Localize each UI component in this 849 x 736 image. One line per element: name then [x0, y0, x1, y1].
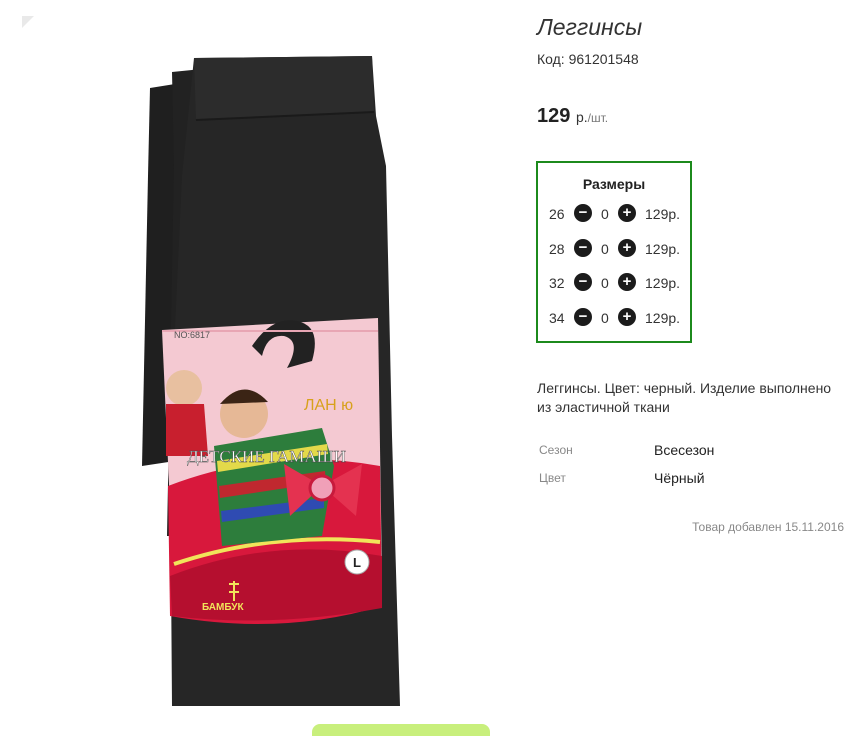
size-label: 32 — [549, 275, 565, 291]
plus-circle-icon[interactable]: + — [618, 239, 636, 257]
size-label: 28 — [549, 241, 565, 257]
attribute-value-season: Всесезон — [654, 442, 715, 458]
size-row: 32 − 0 + 129р. — [538, 273, 690, 293]
size-row: 28 − 0 + 129р. — [538, 239, 690, 259]
size-price: 129р. — [645, 241, 681, 257]
size-badge-text: L — [353, 555, 361, 570]
plus-circle-icon[interactable]: + — [618, 308, 636, 326]
price-currency: р. — [575, 109, 588, 125]
price-per-unit: /шт. — [587, 111, 609, 125]
size-quantity: 0 — [601, 310, 609, 326]
size-label: 34 — [549, 310, 565, 326]
product-title: Леггинсы — [537, 14, 643, 40]
product-code: Код: 961201548 — [537, 51, 639, 67]
minus-circle-icon[interactable]: − — [574, 308, 592, 326]
size-row: 26 − 0 + 129р. — [538, 204, 690, 224]
size-price: 129р. — [645, 206, 681, 222]
product-description: Леггинсы. Цвет: черный. Изделие выполнен… — [537, 380, 832, 415]
label-title: ДЕТСКИЕ ГАМАШИ — [187, 447, 346, 466]
size-price: 129р. — [645, 310, 681, 326]
promo-strip[interactable] — [312, 724, 490, 736]
attribute-label-color: Цвет — [539, 471, 566, 485]
size-quantity: 0 — [601, 206, 609, 222]
attribute-value-color: Чёрный — [654, 470, 705, 486]
image-corner — [22, 16, 34, 28]
label-brand: ЛАН ю — [304, 397, 353, 414]
product-image[interactable]: L NO:6817 ЛАН ю ДЕТСКИЕ ГАМАШИ БАМБУК — [22, 16, 502, 736]
label-material: БАМБУК — [202, 602, 245, 613]
product-price: 129 р./шт. — [537, 105, 608, 128]
minus-circle-icon[interactable]: − — [574, 239, 592, 257]
leggings-photo: L NO:6817 ЛАН ю ДЕТСКИЕ ГАМАШИ БАМБУК — [142, 56, 400, 706]
date-added: Товар добавлен 15.11.2016 — [692, 520, 844, 534]
size-price: 129р. — [645, 275, 681, 291]
minus-circle-icon[interactable]: − — [574, 204, 592, 222]
label-number: NO:6817 — [174, 330, 210, 340]
price-value: 129 — [537, 105, 571, 127]
size-quantity: 0 — [601, 275, 609, 291]
sizes-title: Размеры — [582, 176, 646, 192]
size-label: 26 — [549, 206, 565, 222]
plus-circle-icon[interactable]: + — [618, 273, 636, 291]
size-quantity: 0 — [601, 241, 609, 257]
sizes-panel: Размеры 26 − 0 + 129р. 28 − 0 + 129р. 32… — [536, 161, 692, 343]
plus-circle-icon[interactable]: + — [618, 204, 636, 222]
minus-circle-icon[interactable]: − — [574, 273, 592, 291]
attribute-label-season: Сезон — [539, 443, 573, 457]
size-row: 34 − 0 + 129р. — [538, 308, 690, 328]
